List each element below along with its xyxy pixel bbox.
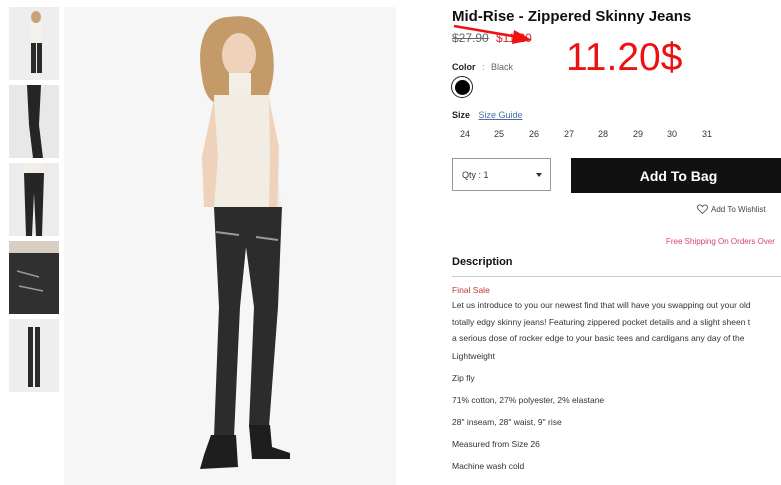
description-detail: Lightweight <box>452 351 496 361</box>
size-label: Size <box>452 110 471 120</box>
wishlist-label: Add To Wishlist <box>711 204 766 214</box>
swatch-fill <box>454 79 470 95</box>
thumbnail-full[interactable] <box>9 319 59 392</box>
color-value: Black <box>491 62 514 72</box>
add-to-bag-button[interactable]: Add To Bag <box>571 158 781 193</box>
color-separator: : <box>482 62 485 72</box>
thumbnail-front[interactable] <box>9 7 59 80</box>
quantity-select[interactable]: Qty : 1 <box>452 158 551 191</box>
chevron-down-icon <box>536 173 542 177</box>
size-options: 24 25 26 27 28 29 30 31 <box>452 129 752 141</box>
description-heading: Description <box>452 256 513 268</box>
color-swatch-black[interactable] <box>451 76 473 98</box>
main-product-image <box>64 7 396 485</box>
price-annotation: 11.20$ <box>566 36 683 79</box>
size-option[interactable]: 27 <box>564 129 574 139</box>
description-detail: 28" inseam, 28" waist, 9" rise <box>452 417 562 427</box>
heart-icon <box>697 204 708 214</box>
size-option[interactable]: 28 <box>598 129 608 139</box>
description-intro-line: a serious dose of rocker edge to your ba… <box>452 333 745 343</box>
thumbnail-side[interactable] <box>9 85 59 158</box>
description-divider <box>452 276 781 277</box>
description-intro-line: Let us introduce to you our newest find … <box>452 300 751 310</box>
thumbnail-detail[interactable] <box>9 241 59 314</box>
description-detail: Measured from Size 26 <box>452 439 540 449</box>
size-option[interactable]: 29 <box>633 129 643 139</box>
size-option[interactable]: 24 <box>460 129 470 139</box>
description-detail: Zip fly <box>452 373 475 383</box>
final-sale-label: Final Sale <box>452 285 490 295</box>
free-shipping-notice[interactable]: Free Shipping On Orders Over <box>666 237 775 246</box>
description-detail: Machine wash cold <box>452 461 525 471</box>
thumbnail-list <box>9 7 59 397</box>
size-option[interactable]: 25 <box>494 129 504 139</box>
description-detail: 71% cotton, 27% polyester, 2% elastane <box>452 395 605 405</box>
size-option[interactable]: 30 <box>667 129 677 139</box>
thumbnail-back[interactable] <box>9 163 59 236</box>
size-guide-link[interactable]: Size Guide <box>479 110 523 120</box>
red-arrow-annotation <box>453 24 532 44</box>
size-option[interactable]: 26 <box>529 129 539 139</box>
quantity-value: Qty : 1 <box>462 170 489 180</box>
color-row: Color : Black <box>452 62 513 72</box>
size-option[interactable]: 31 <box>702 129 712 139</box>
add-to-wishlist-link[interactable]: Add To Wishlist <box>697 204 766 214</box>
size-row: Size Size Guide <box>452 110 523 120</box>
color-label: Color <box>452 62 476 72</box>
description-intro-line: totally edgy skinny jeans! Featuring zip… <box>452 317 751 327</box>
